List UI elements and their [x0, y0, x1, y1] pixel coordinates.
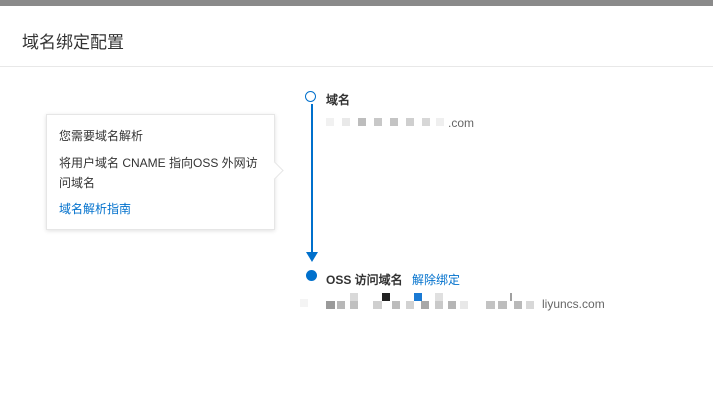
tooltip-heading: 您需要域名解析: [59, 129, 144, 143]
tooltip-description: 将用户域名 CNAME 指向OSS 外网访问域名: [59, 156, 258, 190]
unbind-button[interactable]: 解除绑定: [412, 271, 460, 288]
step-connector-line: [311, 104, 313, 252]
dns-guide-link[interactable]: 域名解析指南: [59, 200, 131, 217]
domain-step-label: 域名: [326, 93, 351, 107]
domain-value-suffix: .com: [448, 116, 475, 130]
page-title: 域名绑定配置: [22, 33, 124, 52]
page-header: 域名绑定配置: [0, 6, 713, 67]
step-hollow-circle-icon: [305, 91, 316, 102]
dns-tooltip: 您需要域名解析 将用户域名 CNAME 指向OSS 外网访问域名 域名解析指南: [46, 114, 284, 230]
domain-value-masked: [326, 116, 448, 130]
down-arrow-icon: [306, 252, 318, 262]
oss-value-suffix: liyuncs.com: [542, 297, 605, 311]
oss-value-masked: [300, 293, 538, 311]
oss-step-label: OSS 访问域名: [326, 273, 403, 287]
step-filled-circle-icon: [306, 270, 317, 281]
